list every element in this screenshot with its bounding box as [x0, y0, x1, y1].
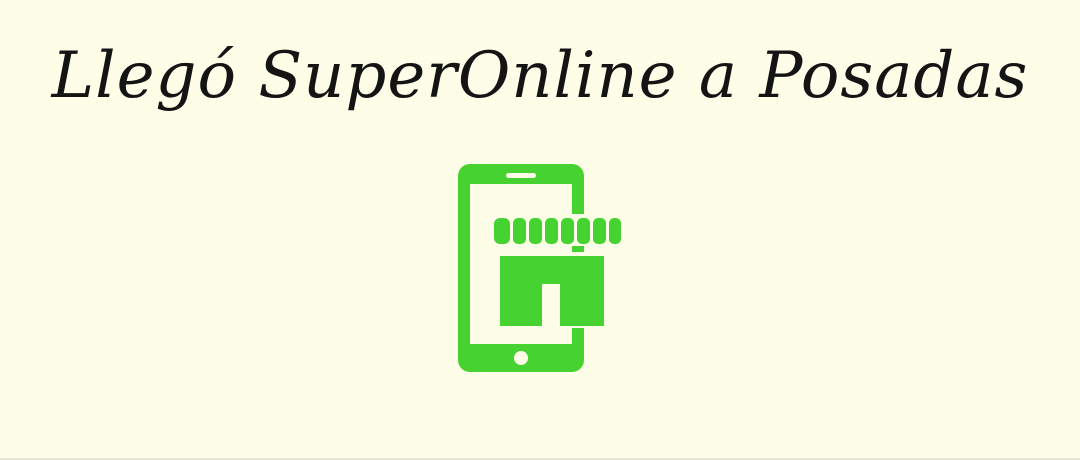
store-awning: [490, 214, 622, 246]
phone-speaker: [506, 173, 536, 178]
mobile-store-icon: [456, 162, 626, 374]
headline: Llegó SuperOnline a Posadas: [51, 39, 1029, 113]
banner: Llegó SuperOnline a Posadas: [0, 0, 1080, 460]
store-front: [496, 252, 608, 328]
phone-home-button: [514, 351, 528, 365]
